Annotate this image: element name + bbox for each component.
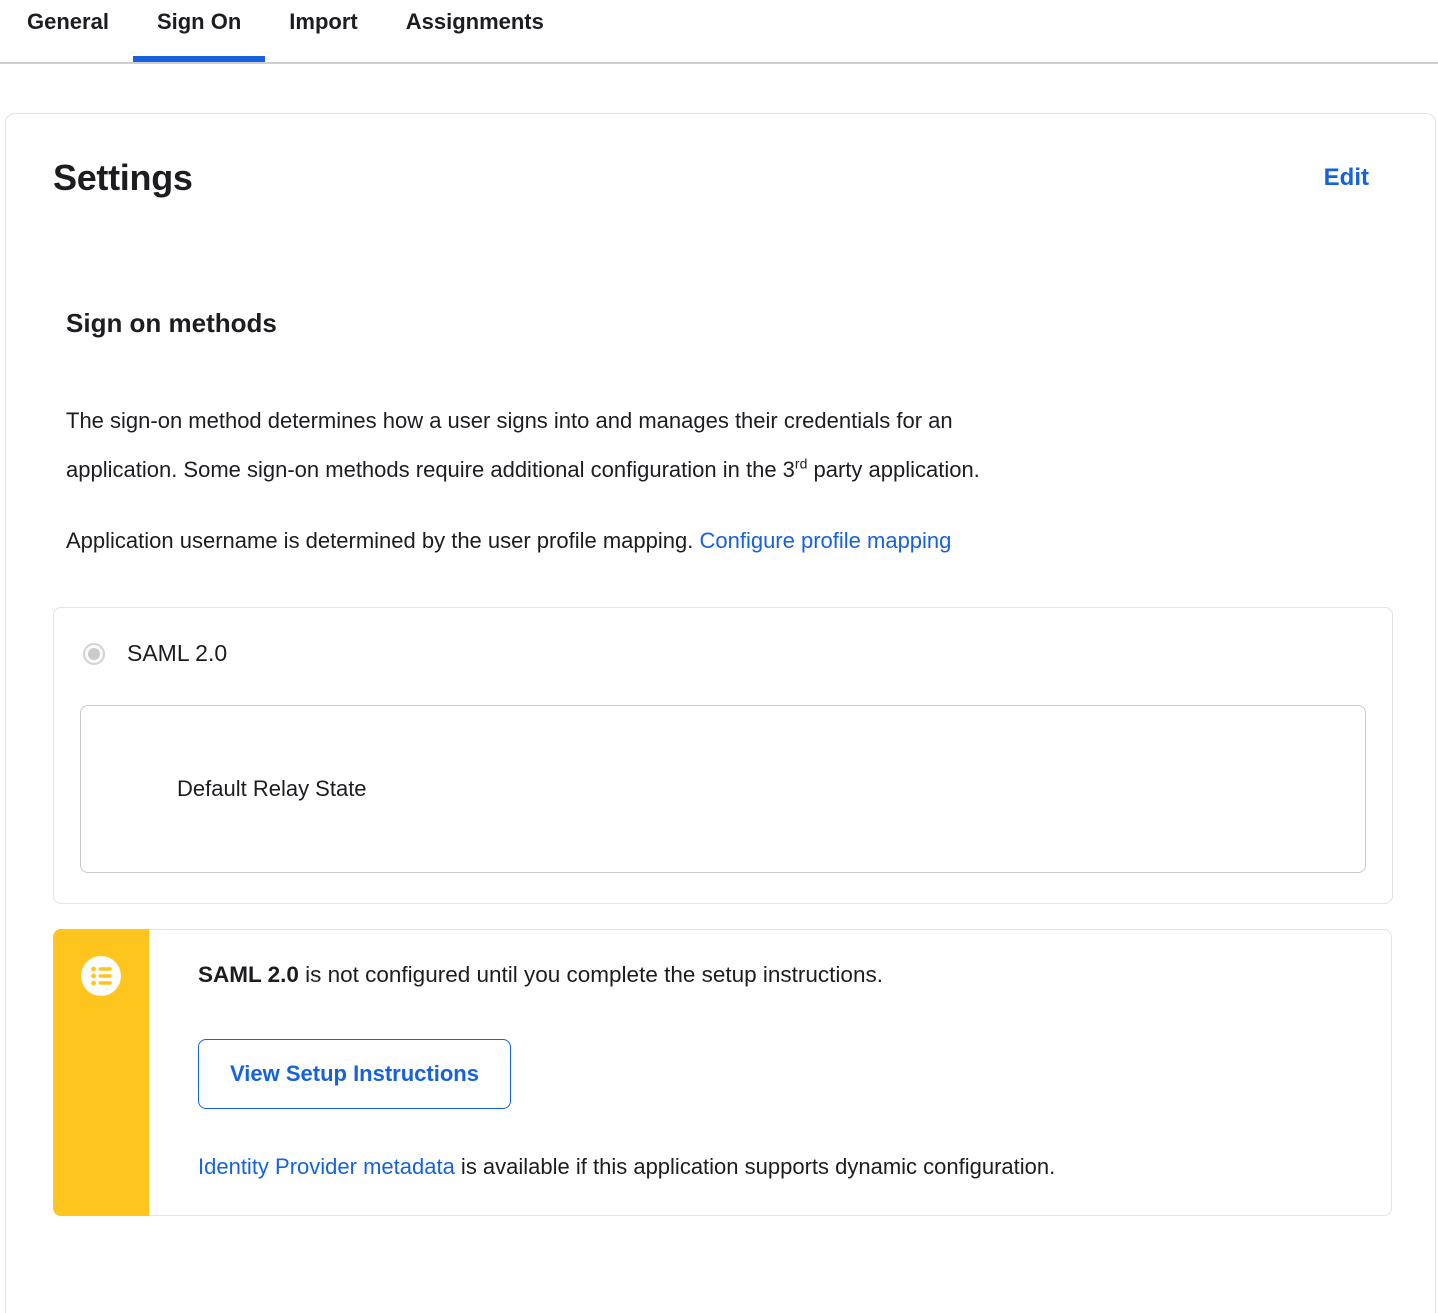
idp-metadata-line: Identity Provider metadata is available …	[198, 1152, 1391, 1182]
callout-accent-bar	[53, 929, 149, 1216]
setup-callout: SAML 2.0 is not configured until you com…	[53, 929, 1392, 1216]
tab-general[interactable]: General	[3, 0, 133, 62]
tab-assignments[interactable]: Assignments	[382, 0, 568, 62]
configure-profile-mapping-link[interactable]: Configure profile mapping	[699, 528, 951, 553]
tab-sign-on[interactable]: Sign On	[132, 0, 266, 62]
saml-method-box: SAML 2.0 Default Relay State	[53, 607, 1393, 904]
tab-import[interactable]: Import	[265, 0, 381, 62]
settings-card: Settings Edit Sign on methods The sign-o…	[5, 113, 1436, 1313]
saml-radio-label: SAML 2.0	[127, 640, 228, 666]
description-text-tail: party application.	[807, 457, 980, 482]
saml-radio-button[interactable]	[83, 642, 105, 665]
default-relay-state-label: Default Relay State	[177, 776, 367, 801]
edit-link[interactable]: Edit	[1324, 164, 1369, 192]
settings-card-header: Settings Edit	[53, 156, 1435, 200]
callout-message: SAML 2.0 is not configured until you com…	[198, 958, 1391, 992]
idp-metadata-link[interactable]: Identity Provider metadata	[198, 1154, 455, 1179]
username-mapping-line: Application username is determined by th…	[66, 516, 1026, 565]
list-icon	[81, 956, 121, 996]
callout-message-bold: SAML 2.0	[198, 962, 299, 987]
settings-title: Settings	[53, 157, 193, 198]
ordinal-superscript: rd	[794, 455, 808, 472]
default-relay-state-panel: Default Relay State	[80, 705, 1366, 873]
username-mapping-text: Application username is determined by th…	[66, 528, 700, 553]
view-setup-instructions-button[interactable]: View Setup Instructions	[198, 1039, 511, 1109]
sign-on-method-description: The sign-on method determines how a user…	[66, 396, 1026, 494]
app-tab-bar: General Sign On Import Assignments	[0, 0, 1438, 64]
saml-radio-row: SAML 2.0	[80, 640, 1366, 667]
callout-message-rest: is not configured until you complete the…	[298, 962, 883, 987]
sign-on-methods-heading: Sign on methods	[66, 308, 277, 338]
idp-metadata-text: is available if this application support…	[454, 1154, 1056, 1179]
